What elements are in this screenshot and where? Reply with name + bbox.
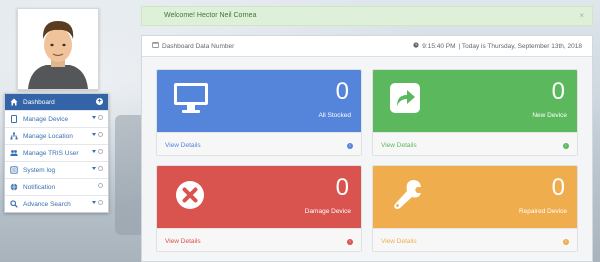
sidebar-item-label: Manage Location (23, 132, 73, 140)
circle-icon (98, 149, 103, 154)
avatar (17, 8, 99, 90)
circle-icon (98, 200, 103, 205)
circle-icon (98, 132, 103, 137)
expand-icon[interactable]: + (96, 98, 103, 105)
user-avatar-illustration (18, 9, 98, 89)
sidebar-item-label: Dashboard (23, 98, 55, 106)
stat-label: Repaired Device (518, 208, 567, 215)
stat-count: 0 (335, 174, 349, 201)
view-details-label: View Details (165, 142, 201, 149)
close-icon[interactable]: × (579, 7, 584, 25)
chevron-down-icon[interactable] (92, 201, 96, 204)
arrow-right-circle-icon: › (563, 142, 569, 149)
sidebar-item-label: Advance Search (23, 200, 71, 208)
welcome-alert: Welcome! Hector Neil Cornea × (141, 6, 593, 26)
stat-label: All Stocked (318, 112, 351, 119)
sidebar-item-label: Notification (23, 183, 56, 191)
stat-card-repaired-device: 0 Repaired Device View Details › (372, 165, 578, 252)
stat-label: New Device (532, 112, 567, 119)
chevron-down-icon[interactable] (92, 133, 96, 136)
search-icon (10, 200, 18, 208)
tablet-icon (10, 115, 18, 123)
clock-time: 9:15:40 PM (422, 42, 456, 50)
sidebar-item-dashboard[interactable]: Dashboard + (5, 94, 108, 111)
stat-count: 0 (551, 78, 565, 105)
view-details-link[interactable]: View Details › (157, 132, 361, 155)
panel-title: Dashboard Data Number (162, 42, 235, 50)
sidebar-item-label: Manage Device (23, 115, 69, 123)
globe-icon (10, 183, 18, 191)
view-details-link[interactable]: View Details › (373, 228, 577, 251)
times-circle-icon (175, 180, 205, 212)
sidebar-item-manage-device[interactable]: Manage Device (5, 111, 108, 128)
circle-icon (98, 183, 103, 188)
view-details-label: View Details (165, 238, 201, 245)
share-arrow-icon (389, 82, 421, 116)
stat-count: 0 (335, 78, 349, 105)
panel-header: Dashboard Data Number 9:15:40 PM | Today… (142, 36, 592, 57)
sidebar-item-manage-tris-user[interactable]: Manage TRIS User (5, 145, 108, 162)
stat-count: 0 (551, 174, 565, 201)
sidebar-item-manage-location[interactable]: Manage Location (5, 128, 108, 145)
stat-card-damage-device: 0 Damage Device View Details › (156, 165, 362, 252)
sidebar-item-notification[interactable]: Notification (5, 179, 108, 196)
sidebar-item-label: System log (23, 166, 56, 174)
arrow-right-circle-icon: › (563, 238, 569, 245)
view-details-label: View Details (381, 142, 417, 149)
view-details-label: View Details (381, 238, 417, 245)
date-text: | Today is Thursday, September 13th, 201… (458, 42, 582, 50)
clock-icon (413, 42, 419, 50)
chevron-down-icon[interactable] (92, 167, 96, 170)
monitor-icon (173, 82, 209, 116)
arrow-right-circle-icon: › (347, 238, 353, 245)
chevron-down-icon[interactable] (92, 150, 96, 153)
stat-label: Damage Device (304, 208, 351, 215)
chevron-down-icon[interactable] (92, 116, 96, 119)
alert-message: Welcome! Hector Neil Cornea (164, 12, 257, 19)
dashboard-icon (152, 42, 159, 50)
users-icon (10, 149, 18, 157)
sidebar-nav: Dashboard + Manage Device Manage Locatio… (4, 93, 109, 213)
list-icon (10, 166, 18, 174)
home-icon (10, 98, 18, 106)
stat-card-new-device: 0 New Device View Details › (372, 69, 578, 156)
circle-icon (98, 166, 103, 171)
wrench-icon (393, 178, 423, 212)
view-details-link[interactable]: View Details › (373, 132, 577, 155)
circle-icon (98, 115, 103, 120)
stat-card-all-stocked: 0 All Stocked View Details › (156, 69, 362, 156)
sidebar-item-advance-search[interactable]: Advance Search (5, 196, 108, 212)
view-details-link[interactable]: View Details › (157, 228, 361, 251)
sitemap-icon (10, 132, 18, 140)
sidebar-item-label: Manage TRIS User (23, 149, 79, 157)
sidebar-item-system-log[interactable]: System log (5, 162, 108, 179)
arrow-right-circle-icon: › (347, 142, 353, 149)
